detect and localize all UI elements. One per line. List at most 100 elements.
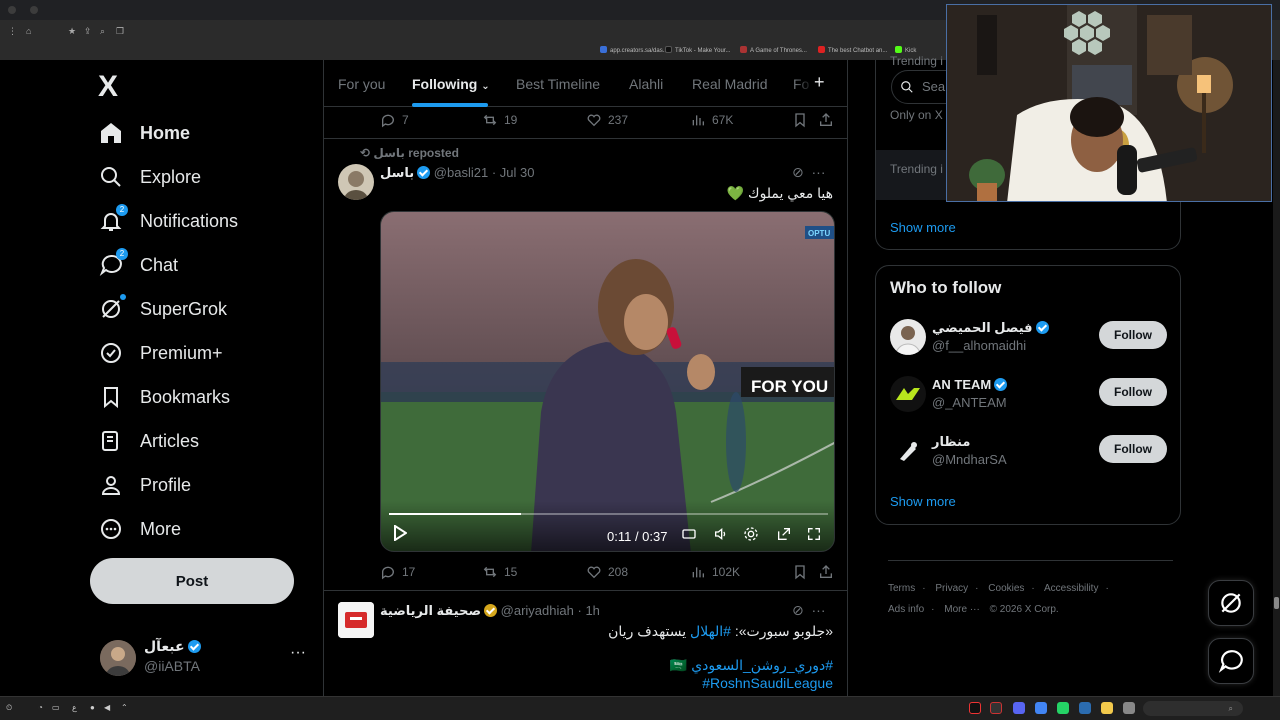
follow-button[interactable]: Follow <box>1099 435 1167 463</box>
nav-premium[interactable]: Premium+ <box>98 333 223 373</box>
whatsapp-icon[interactable] <box>1057 702 1069 714</box>
bookmark-button[interactable] <box>792 564 814 580</box>
grok-fab-button[interactable] <box>1208 580 1254 626</box>
tweet-author-handle[interactable]: @basli21 <box>434 165 488 180</box>
trend-category[interactable]: Only on X <box>890 108 943 122</box>
nav-bookmarks[interactable]: Bookmarks <box>98 377 230 417</box>
bookmark-button[interactable] <box>792 112 814 128</box>
mic-icon[interactable]: ● <box>90 703 95 712</box>
like-button[interactable]: 237 <box>586 112 628 128</box>
nav-home[interactable]: Home <box>98 113 190 153</box>
bookmark-item[interactable]: A Game of Thrones... <box>740 46 807 54</box>
tweet-author-name[interactable]: صحيفة الرياضية <box>380 603 481 618</box>
monitor-icon[interactable]: ▭ <box>52 703 60 712</box>
tab-for-you[interactable]: For you <box>338 76 385 92</box>
zoom-icon[interactable]: ⌕ <box>100 26 105 37</box>
follow-button[interactable]: Follow <box>1099 321 1167 349</box>
tab-following[interactable]: Following ⌄ <box>412 76 490 92</box>
follow-button[interactable]: Follow <box>1099 378 1167 406</box>
avatar[interactable] <box>338 602 374 638</box>
repost-button[interactable]: 19 <box>482 112 517 128</box>
messages-fab-button[interactable] <box>1208 638 1254 684</box>
scrollbar-thumb[interactable] <box>1274 597 1279 609</box>
language-icon[interactable]: ع <box>72 703 77 712</box>
x-logo[interactable]: X <box>98 70 118 104</box>
bookmark-item[interactable]: app.creators.sa/das... <box>600 46 668 54</box>
reply-button[interactable]: 17 <box>380 564 415 580</box>
footer-link[interactable]: Accessibility <box>1044 583 1098 594</box>
tweet-timestamp[interactable]: 1h <box>585 603 599 618</box>
more-icon[interactable]: ··· <box>812 164 826 180</box>
app-icon[interactable] <box>1123 702 1135 714</box>
bookmark-item[interactable]: TikTok - Make Your... <box>665 46 730 54</box>
star-icon[interactable]: ★ <box>68 26 76 37</box>
add-tab-icon[interactable]: + <box>814 72 825 93</box>
footer-link[interactable]: Privacy <box>935 583 968 594</box>
window-close-icon[interactable] <box>8 6 16 14</box>
app-icon[interactable] <box>990 702 1002 714</box>
nav-notifications[interactable]: 2 Notifications <box>98 201 238 241</box>
share-button[interactable] <box>818 112 840 128</box>
taskbar-search[interactable]: ⌕ <box>1143 701 1243 716</box>
footer-link[interactable]: Cookies <box>988 583 1024 594</box>
share-icon[interactable]: ⇪ <box>84 26 92 37</box>
extension-icon[interactable]: ⌂ <box>26 26 31 36</box>
tweet-author-name[interactable]: باسل <box>380 165 414 180</box>
play-icon[interactable] <box>393 524 408 546</box>
volume-icon[interactable] <box>712 526 730 547</box>
trend-category[interactable]: Trending i <box>890 54 943 68</box>
hashtag-link[interactable]: #الهلال <box>690 623 731 639</box>
nav-chat[interactable]: 2 Chat <box>98 245 178 285</box>
nav-explore[interactable]: Explore <box>98 157 201 197</box>
show-more-link[interactable]: Show more <box>890 220 956 235</box>
follow-suggestion[interactable]: AN TEAM @_ANTEAM Follow <box>890 376 1170 416</box>
tabs-icon[interactable]: ❐ <box>116 26 124 37</box>
menu-icon[interactable]: ⋮ <box>8 26 17 37</box>
speaker-icon[interactable]: ◀ <box>104 703 110 712</box>
footer-link[interactable]: Ads info <box>888 604 924 615</box>
video-player[interactable]: FOR YOU OPTU 0:11 / 0:37 <box>380 211 835 552</box>
tweet-author-handle[interactable]: @ariyadhiah <box>501 603 574 618</box>
hashtag-link[interactable]: #دوري_روشن_السعودي <box>691 657 833 673</box>
views-button[interactable]: 102K <box>690 564 740 580</box>
show-more-link[interactable]: Show more <box>890 494 956 509</box>
more-icon[interactable]: ··· <box>812 602 826 618</box>
tab-best-timeline[interactable]: Best Timeline <box>516 76 600 92</box>
reply-button[interactable]: 7 <box>380 112 409 128</box>
avatar[interactable] <box>338 164 374 200</box>
hashtag-link[interactable]: #RoshnSaudiLeague <box>702 675 833 691</box>
share-button[interactable] <box>818 564 840 580</box>
tab-alahli[interactable]: Alahli <box>629 76 663 92</box>
tiktok-app-icon[interactable] <box>969 702 981 714</box>
window-minimize-icon[interactable] <box>30 6 38 14</box>
app-icon[interactable] <box>1079 702 1091 714</box>
follow-suggestion[interactable]: منظار @MndharSA Follow <box>890 433 1170 473</box>
chevron-up-icon[interactable]: ⌃ <box>121 703 128 712</box>
pip-icon[interactable] <box>776 526 792 547</box>
captions-icon[interactable] <box>681 526 697 547</box>
nav-articles[interactable]: Articles <box>98 421 199 461</box>
repost-button[interactable]: 15 <box>482 564 517 580</box>
like-button[interactable]: 208 <box>586 564 628 580</box>
tab-real-madrid[interactable]: Real Madrid <box>692 76 767 92</box>
grok-icon[interactable]: ⊘ <box>792 602 804 618</box>
footer-link[interactable]: Terms <box>888 583 915 594</box>
footer-link[interactable]: More ··· <box>944 604 980 615</box>
chrome-icon[interactable] <box>1035 702 1047 714</box>
video-progress-bar[interactable] <box>389 513 828 515</box>
account-more-icon[interactable]: ··· <box>290 644 306 662</box>
nav-profile[interactable]: Profile <box>98 465 191 505</box>
folder-icon[interactable] <box>1101 702 1113 714</box>
settings-gear-icon[interactable] <box>743 526 759 547</box>
discord-icon[interactable] <box>1013 702 1025 714</box>
views-button[interactable]: 67K <box>690 112 733 128</box>
nav-supergrok[interactable]: SuperGrok <box>98 289 227 329</box>
tweet-timestamp[interactable]: Jul 30 <box>500 165 535 180</box>
account-switcher[interactable]: عبعآل @iiABTA ··· <box>100 638 315 678</box>
fullscreen-icon[interactable] <box>806 526 822 547</box>
wifi-icon[interactable]: ◔ <box>38 703 43 712</box>
follow-suggestion[interactable]: فيصل الحميضي @f__alhomaidhi Follow <box>890 319 1170 359</box>
nav-more[interactable]: More <box>98 509 181 549</box>
bookmark-item[interactable]: The best Chatbot an... <box>818 46 887 54</box>
bookmark-item[interactable]: Kick <box>895 46 916 54</box>
